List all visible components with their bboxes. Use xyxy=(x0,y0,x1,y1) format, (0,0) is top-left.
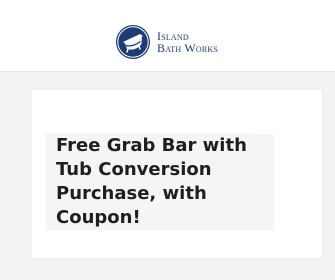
site-header: Island Bath Works xyxy=(0,0,335,72)
brand-name: Island Bath Works xyxy=(157,30,218,54)
promo-headline-text: Free Grab Bar with Tub Conversion Purcha… xyxy=(46,133,253,230)
promo-headline: Free Grab Bar with Tub Conversion Purcha… xyxy=(46,133,274,230)
page: Island Bath Works Free Grab Bar with Tub… xyxy=(0,0,335,280)
brand-name-line-2: Bath Works xyxy=(157,41,219,55)
brand-logo[interactable]: Island Bath Works xyxy=(115,24,218,60)
bathtub-badge-icon xyxy=(116,25,150,59)
